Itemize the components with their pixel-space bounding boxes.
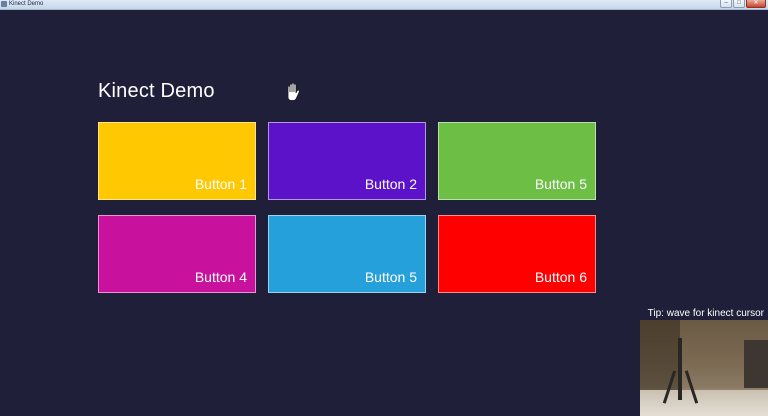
- tile-label: Button 4: [194, 269, 247, 285]
- camera-floor: [640, 390, 768, 416]
- window-controls: – □ ✕: [720, 0, 766, 9]
- tile-label: Button 5: [364, 269, 417, 285]
- tile-button-2[interactable]: Button 2: [268, 122, 426, 200]
- tile-label: Button 1: [194, 176, 247, 192]
- maximize-button[interactable]: □: [733, 0, 745, 8]
- tile-button-3[interactable]: Button 5: [438, 122, 596, 200]
- tile-button-4[interactable]: Button 4: [98, 215, 256, 293]
- tile-button-6[interactable]: Button 6: [438, 215, 596, 293]
- hand-cursor-icon: [287, 82, 300, 101]
- close-button[interactable]: ✕: [746, 0, 766, 8]
- tile-label: Button 6: [534, 269, 587, 285]
- tile-label: Button 5: [534, 176, 587, 192]
- tile-button-5[interactable]: Button 5: [268, 215, 426, 293]
- camera-tripod-stand: [678, 338, 682, 400]
- camera-dark-object: [744, 340, 768, 388]
- tip-text: Tip: wave for kinect cursor: [647, 308, 764, 319]
- app-icon: [1, 1, 7, 7]
- page-title: Kinect Demo: [98, 80, 215, 102]
- window-title: Kinect Demo: [9, 1, 44, 7]
- minimize-button[interactable]: –: [720, 0, 732, 8]
- tile-button-1[interactable]: Button 1: [98, 122, 256, 200]
- tile-label: Button 2: [364, 176, 417, 192]
- kinect-camera-feed: [640, 320, 768, 416]
- window-titlebar: Kinect Demo – □ ✕: [0, 0, 768, 10]
- camera-wall-shadow: [640, 320, 680, 390]
